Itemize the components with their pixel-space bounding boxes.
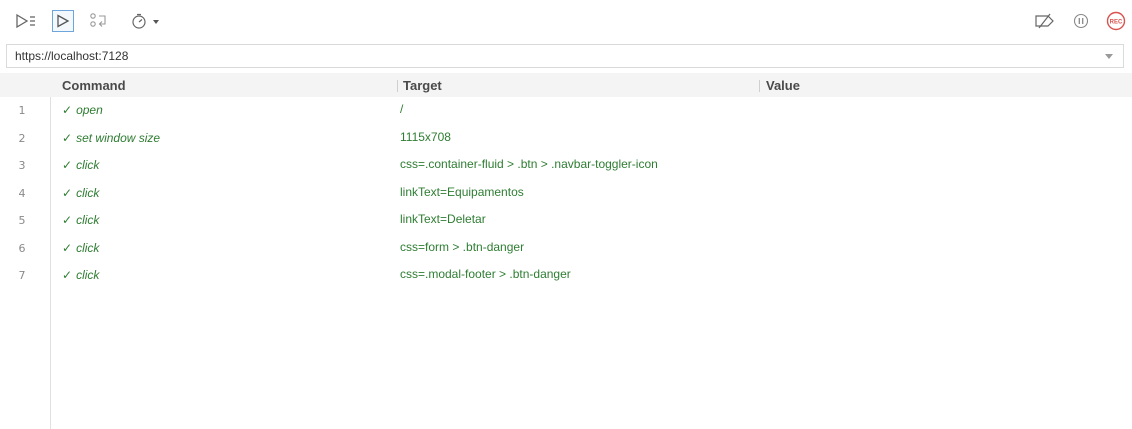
test-execution-speed-icon <box>132 13 159 29</box>
toolbar: REC <box>0 0 1132 44</box>
header-value: Value <box>766 78 800 93</box>
row-number: 2 <box>18 131 26 145</box>
target-cell[interactable]: css=.modal-footer > .btn-danger <box>400 267 571 281</box>
success-check-icon: ✓ <box>62 240 73 255</box>
target-cell[interactable]: 1115x708 <box>400 130 451 144</box>
target-cell[interactable]: css=.container-fluid > .btn > .navbar-to… <box>400 157 658 171</box>
command-text: set window size <box>76 130 161 145</box>
column-resize-handle[interactable] <box>759 80 760 92</box>
table-row[interactable]: 5 ✓ click linkText=Deletar <box>0 207 1132 235</box>
pause-on-exceptions-button[interactable] <box>1068 10 1094 32</box>
row-number: 7 <box>18 269 26 282</box>
speed-dropdown-button[interactable] <box>128 10 166 32</box>
header-command: Command <box>62 78 126 93</box>
table-row[interactable]: 4 ✓ click linkText=Equipamentos <box>0 180 1132 208</box>
success-check-icon: ✓ <box>62 103 73 117</box>
record-icon: REC <box>1106 11 1126 31</box>
test-commands-table: Command Target Value 1 ✓ open/2 ✓ set window… <box>0 71 1132 429</box>
table-row[interactable]: 6 ✓ click css=form > .btn-danger <box>0 235 1132 263</box>
target-cell[interactable]: linkText=Equipamentos <box>400 185 524 199</box>
success-check-icon: ✓ <box>62 268 73 282</box>
command-cell[interactable]: ✓ click <box>62 213 99 227</box>
row-number: 5 <box>18 214 26 227</box>
command-cell[interactable]: ✓ click <box>62 268 99 282</box>
table-row[interactable]: 2 ✓ set window size 1115x708 <box>0 125 1132 153</box>
pause-on-exceptions-icon <box>1073 13 1089 29</box>
run-all-tests-icon <box>16 13 35 29</box>
record-button[interactable]: REC <box>1103 10 1129 32</box>
target-cell[interactable]: linkText=Deletar <box>400 212 486 226</box>
row-number: 1 <box>18 104 26 117</box>
command-cell[interactable]: ✓ click <box>62 186 99 200</box>
header-target: Target <box>403 78 442 93</box>
command-text: open <box>76 103 103 117</box>
chevron-down-icon[interactable] <box>1105 54 1113 59</box>
table-row[interactable]: 1 ✓ open / <box>0 97 1132 125</box>
row-number: 6 <box>18 241 26 255</box>
command-cell[interactable]: ✓ click <box>62 158 99 172</box>
table-row[interactable]: 7 ✓ click css=.modal-footer > .btn-danger <box>0 262 1132 290</box>
command-cell[interactable]: ✓ set window size <box>62 131 160 145</box>
success-check-icon: ✓ <box>62 130 73 145</box>
row-number: 3 <box>18 159 26 172</box>
column-resize-handle[interactable] <box>397 80 398 92</box>
command-cell[interactable]: ✓ click <box>62 241 99 255</box>
command-text: click <box>76 240 100 255</box>
run-current-test-button[interactable] <box>52 10 74 32</box>
row-number: 4 <box>18 186 26 200</box>
success-check-icon: ✓ <box>62 158 73 172</box>
command-text: click <box>76 185 100 200</box>
table-header: Command Target Value <box>0 73 1132 97</box>
run-all-tests-button[interactable] <box>14 10 40 32</box>
disable-breakpoints-icon <box>1035 13 1054 29</box>
record-label: REC <box>1110 19 1123 25</box>
command-cell[interactable]: ✓ open <box>62 103 103 117</box>
run-current-test-icon <box>57 14 70 28</box>
target-cell[interactable]: css=form > .btn-danger <box>400 240 524 254</box>
table-body: 1 ✓ open/2 ✓ set window size 1115x708 3 ✓ click c… <box>0 97 1132 290</box>
base-url-value: https://localhost:7128 <box>15 49 129 63</box>
command-text: click <box>76 213 100 227</box>
target-cell[interactable]: / <box>400 102 403 116</box>
command-text: click <box>76 268 100 282</box>
success-check-icon: ✓ <box>62 185 73 200</box>
disable-breakpoints-button[interactable] <box>1032 10 1058 32</box>
base-url-combobox[interactable]: https://localhost:7128 <box>6 44 1124 68</box>
step-over-button[interactable] <box>86 10 112 32</box>
success-check-icon: ✓ <box>62 213 73 227</box>
step-over-icon <box>90 13 106 27</box>
command-text: click <box>76 158 100 172</box>
table-row[interactable]: 3 ✓ click css=.container-fluid > .btn > .na… <box>0 152 1132 180</box>
